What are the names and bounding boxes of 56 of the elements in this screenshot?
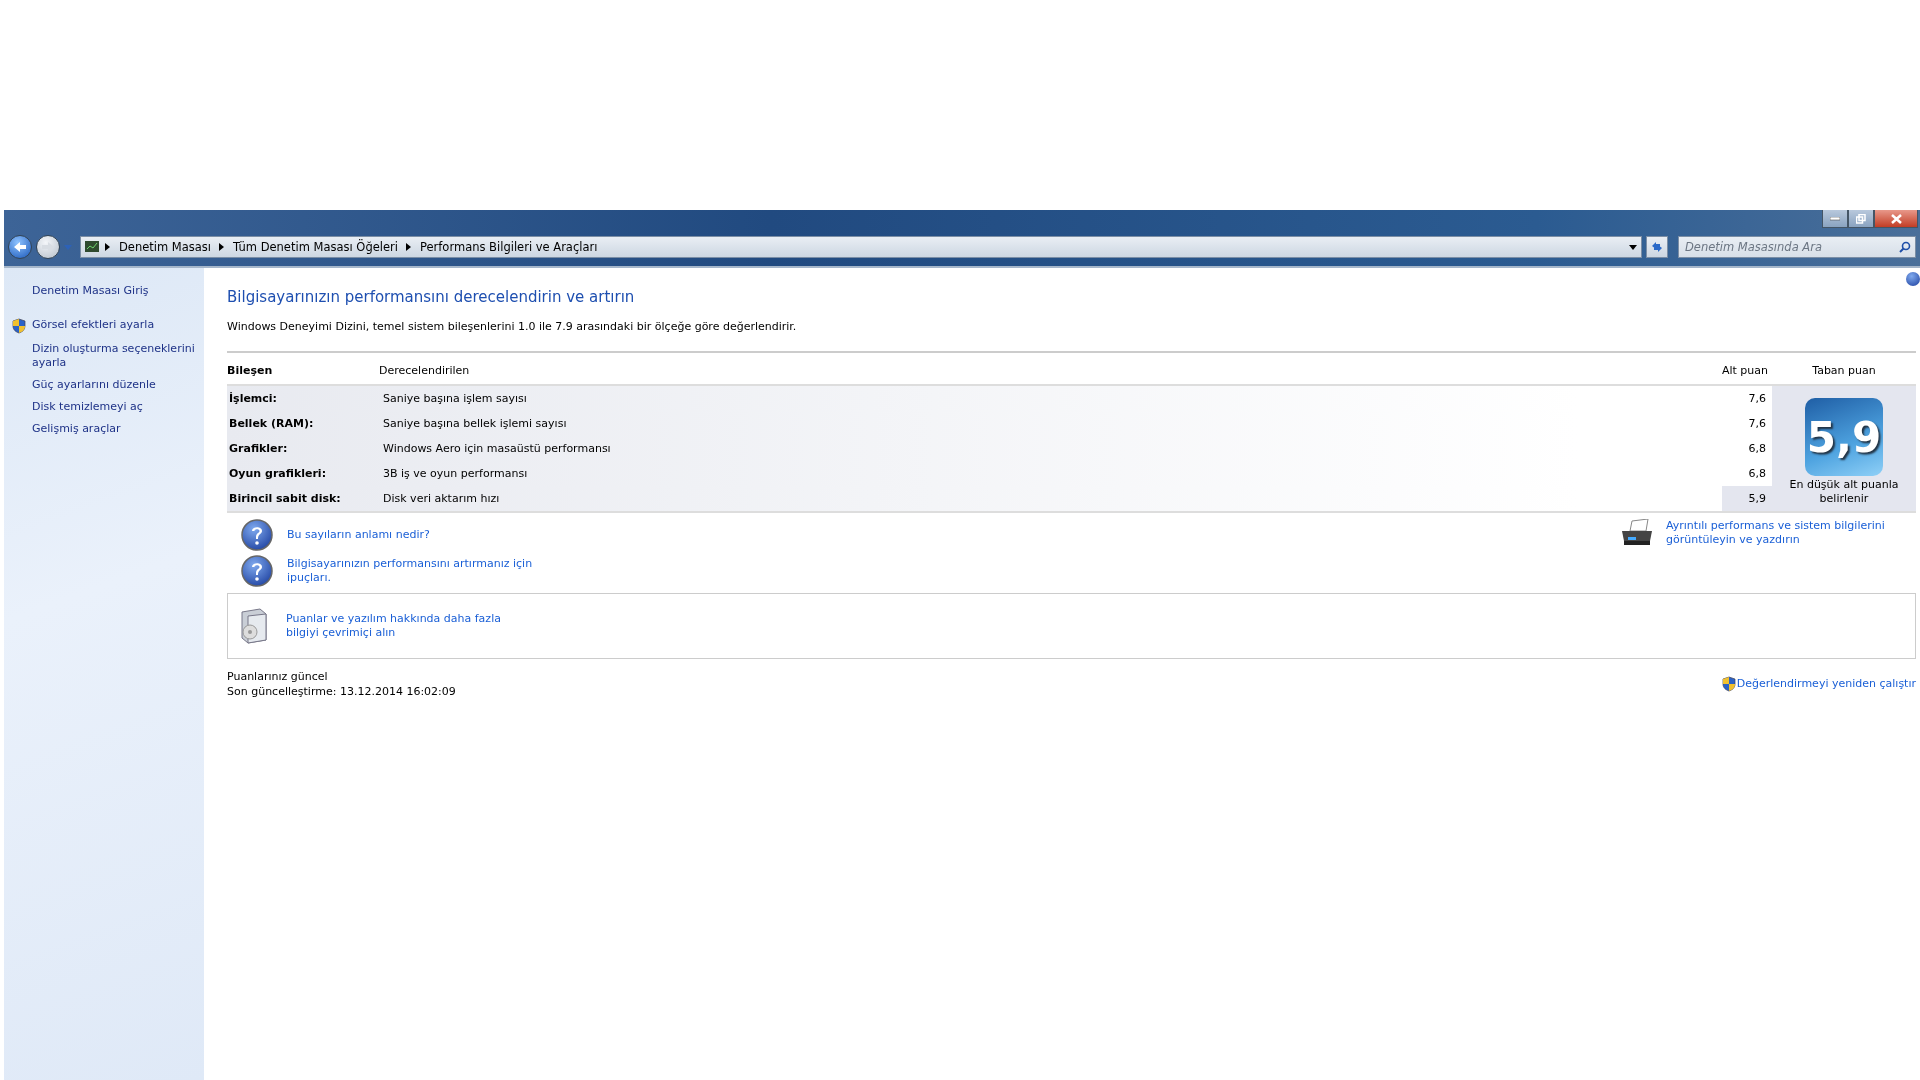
refresh-icon (1650, 241, 1664, 253)
sidebar-link[interactable]: Dizin oluşturma seçeneklerini ayarla (32, 342, 196, 370)
base-score-badge: 5,9 (1805, 398, 1883, 476)
subscore-cell: 6,8 (1721, 460, 1772, 486)
table-cell: 3B iş ve oyun performansı (379, 460, 613, 486)
sidebar-link[interactable]: Gelişmiş araçlar (32, 422, 121, 436)
subscore-cell: 7,6 (1721, 385, 1772, 412)
print-link[interactable]: Ayrıntılı performans ve sistem bilgilerini görüntüleyin ve yazdırın (1666, 519, 1916, 547)
table-cell: Grafikler: (227, 436, 379, 461)
minimize-button[interactable] (1822, 210, 1848, 228)
subscore-cell: 5,9 (1721, 485, 1772, 512)
online-info-link[interactable]: Puanlar ve yazılım hakkında daha fazla bilgiyi çevrimiçi alın (286, 612, 536, 640)
search-icon (1899, 241, 1911, 253)
table-cell: Oyun grafikleri: (227, 460, 379, 486)
sidebar-link[interactable]: Denetim Masası Giriş (32, 284, 149, 298)
table-cell: Windows Aero için masaüstü performansı (379, 436, 613, 461)
breadcrumb[interactable]: Tüm Denetim Masası Öğeleri (231, 240, 400, 254)
help-link[interactable]: Bilgisayarınızın performansını artırmanız için ipuçları. (287, 557, 537, 585)
chevron-icon[interactable] (219, 243, 226, 251)
shield-icon (12, 318, 26, 334)
chevron-icon[interactable] (105, 243, 111, 251)
left-arrow-icon (13, 241, 27, 253)
close-button[interactable] (1874, 210, 1918, 228)
page-title: Bilgisayarınızın performansını derecelendirin ve artırın (227, 288, 636, 306)
status-text: Son güncelleştirme: 13.12.2014 16:02:09 (227, 684, 456, 699)
description: Windows Deneyimi Dizini, temel sistem bileşenlerini 1.0 ile 7.9 arasındaki bir ölçeğe göre değerlendirir. (227, 320, 798, 333)
forward-button[interactable] (36, 235, 60, 259)
back-button[interactable] (8, 235, 32, 259)
sidebar-link[interactable]: Disk temizlemeyi aç (32, 400, 143, 414)
table-cell: Disk veri aktarım hızı (379, 485, 613, 512)
table-cell: Birincil sabit disk: (227, 485, 379, 512)
dropdown-arrow-icon[interactable] (1629, 244, 1637, 250)
table-cell: Bellek (RAM): (227, 411, 379, 436)
status-text: Puanlarınız güncel (227, 669, 329, 684)
table-cell: Saniye başına işlem sayısı (379, 385, 613, 412)
breadcrumb[interactable]: Denetim Masası (117, 240, 214, 254)
table-cell: Saniye başına bellek işlemi sayısı (379, 411, 613, 436)
restore-button[interactable] (1848, 210, 1874, 228)
base-score-caption: En düşük alt puanla belirlenir (1788, 478, 1900, 506)
chevron-icon[interactable] (406, 243, 412, 251)
monitor-icon (85, 241, 99, 253)
close-icon (1890, 213, 1902, 224)
table-cell: İşlemci: (227, 385, 379, 412)
minimize-icon (1830, 216, 1840, 221)
help-link[interactable]: Bu sayıların anlamı nedir? (287, 528, 537, 542)
rerun-link[interactable]: Değerlendirmeyi yeniden çalıştır (1736, 677, 1916, 691)
shield-icon (1721, 676, 1736, 692)
printer-icon[interactable] (1620, 519, 1654, 547)
breadcrumb[interactable]: Performans Bilgileri ve Araçları (418, 240, 600, 254)
sidebar-link[interactable]: Güç ayarlarını düzenle (32, 378, 156, 392)
restore-icon (1856, 213, 1866, 224)
refresh-button[interactable] (1646, 236, 1668, 258)
caret-icon (64, 244, 72, 250)
sidebar-link[interactable]: Görsel efektleri ayarla (32, 318, 155, 332)
search-field[interactable]: Denetim Masasında Ara (1678, 236, 1916, 258)
address-bar[interactable]: Denetim Masası Tüm Denetim Masası Öğeleri Performans Bilgileri ve Araçları (80, 236, 1642, 258)
